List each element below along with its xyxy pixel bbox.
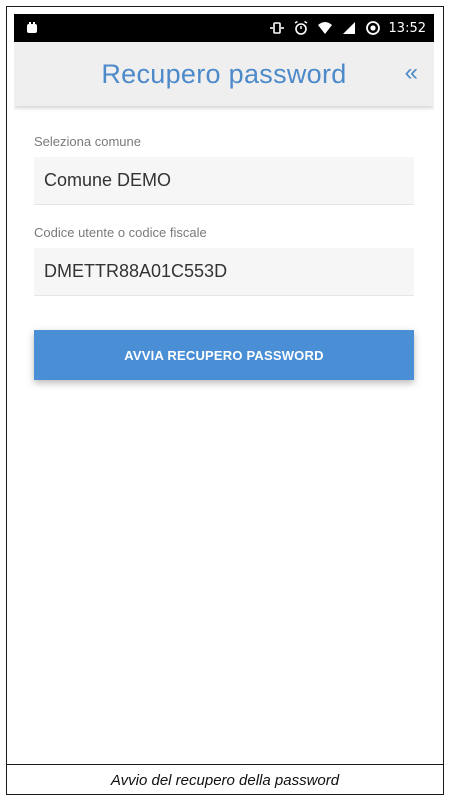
phone-screen: 13:52 Recupero password « Seleziona comu… (14, 14, 434, 762)
page-title: Recupero password (101, 58, 347, 89)
battery-icon (365, 21, 380, 35)
comune-label: Seleziona comune (34, 134, 141, 149)
notification-icon (27, 22, 37, 33)
app-bar: Recupero password « (14, 42, 434, 106)
sync-icon (269, 22, 284, 34)
back-icon[interactable]: « (405, 61, 418, 85)
codice-label: Codice utente o codice fiscale (34, 225, 207, 240)
status-bar: 13:52 (14, 14, 434, 42)
figure-caption: Avvio del recupero della password (6, 764, 444, 795)
status-time: 13:52 (388, 20, 426, 36)
form-container: Seleziona comune Codice utente o codice … (14, 134, 434, 380)
comune-field[interactable] (34, 157, 414, 205)
signal-icon (342, 22, 355, 34)
wifi-icon (317, 22, 332, 34)
recover-password-button[interactable]: AVVIA RECUPERO PASSWORD (34, 330, 414, 380)
codice-field[interactable] (34, 248, 414, 296)
alarm-icon (294, 20, 307, 35)
